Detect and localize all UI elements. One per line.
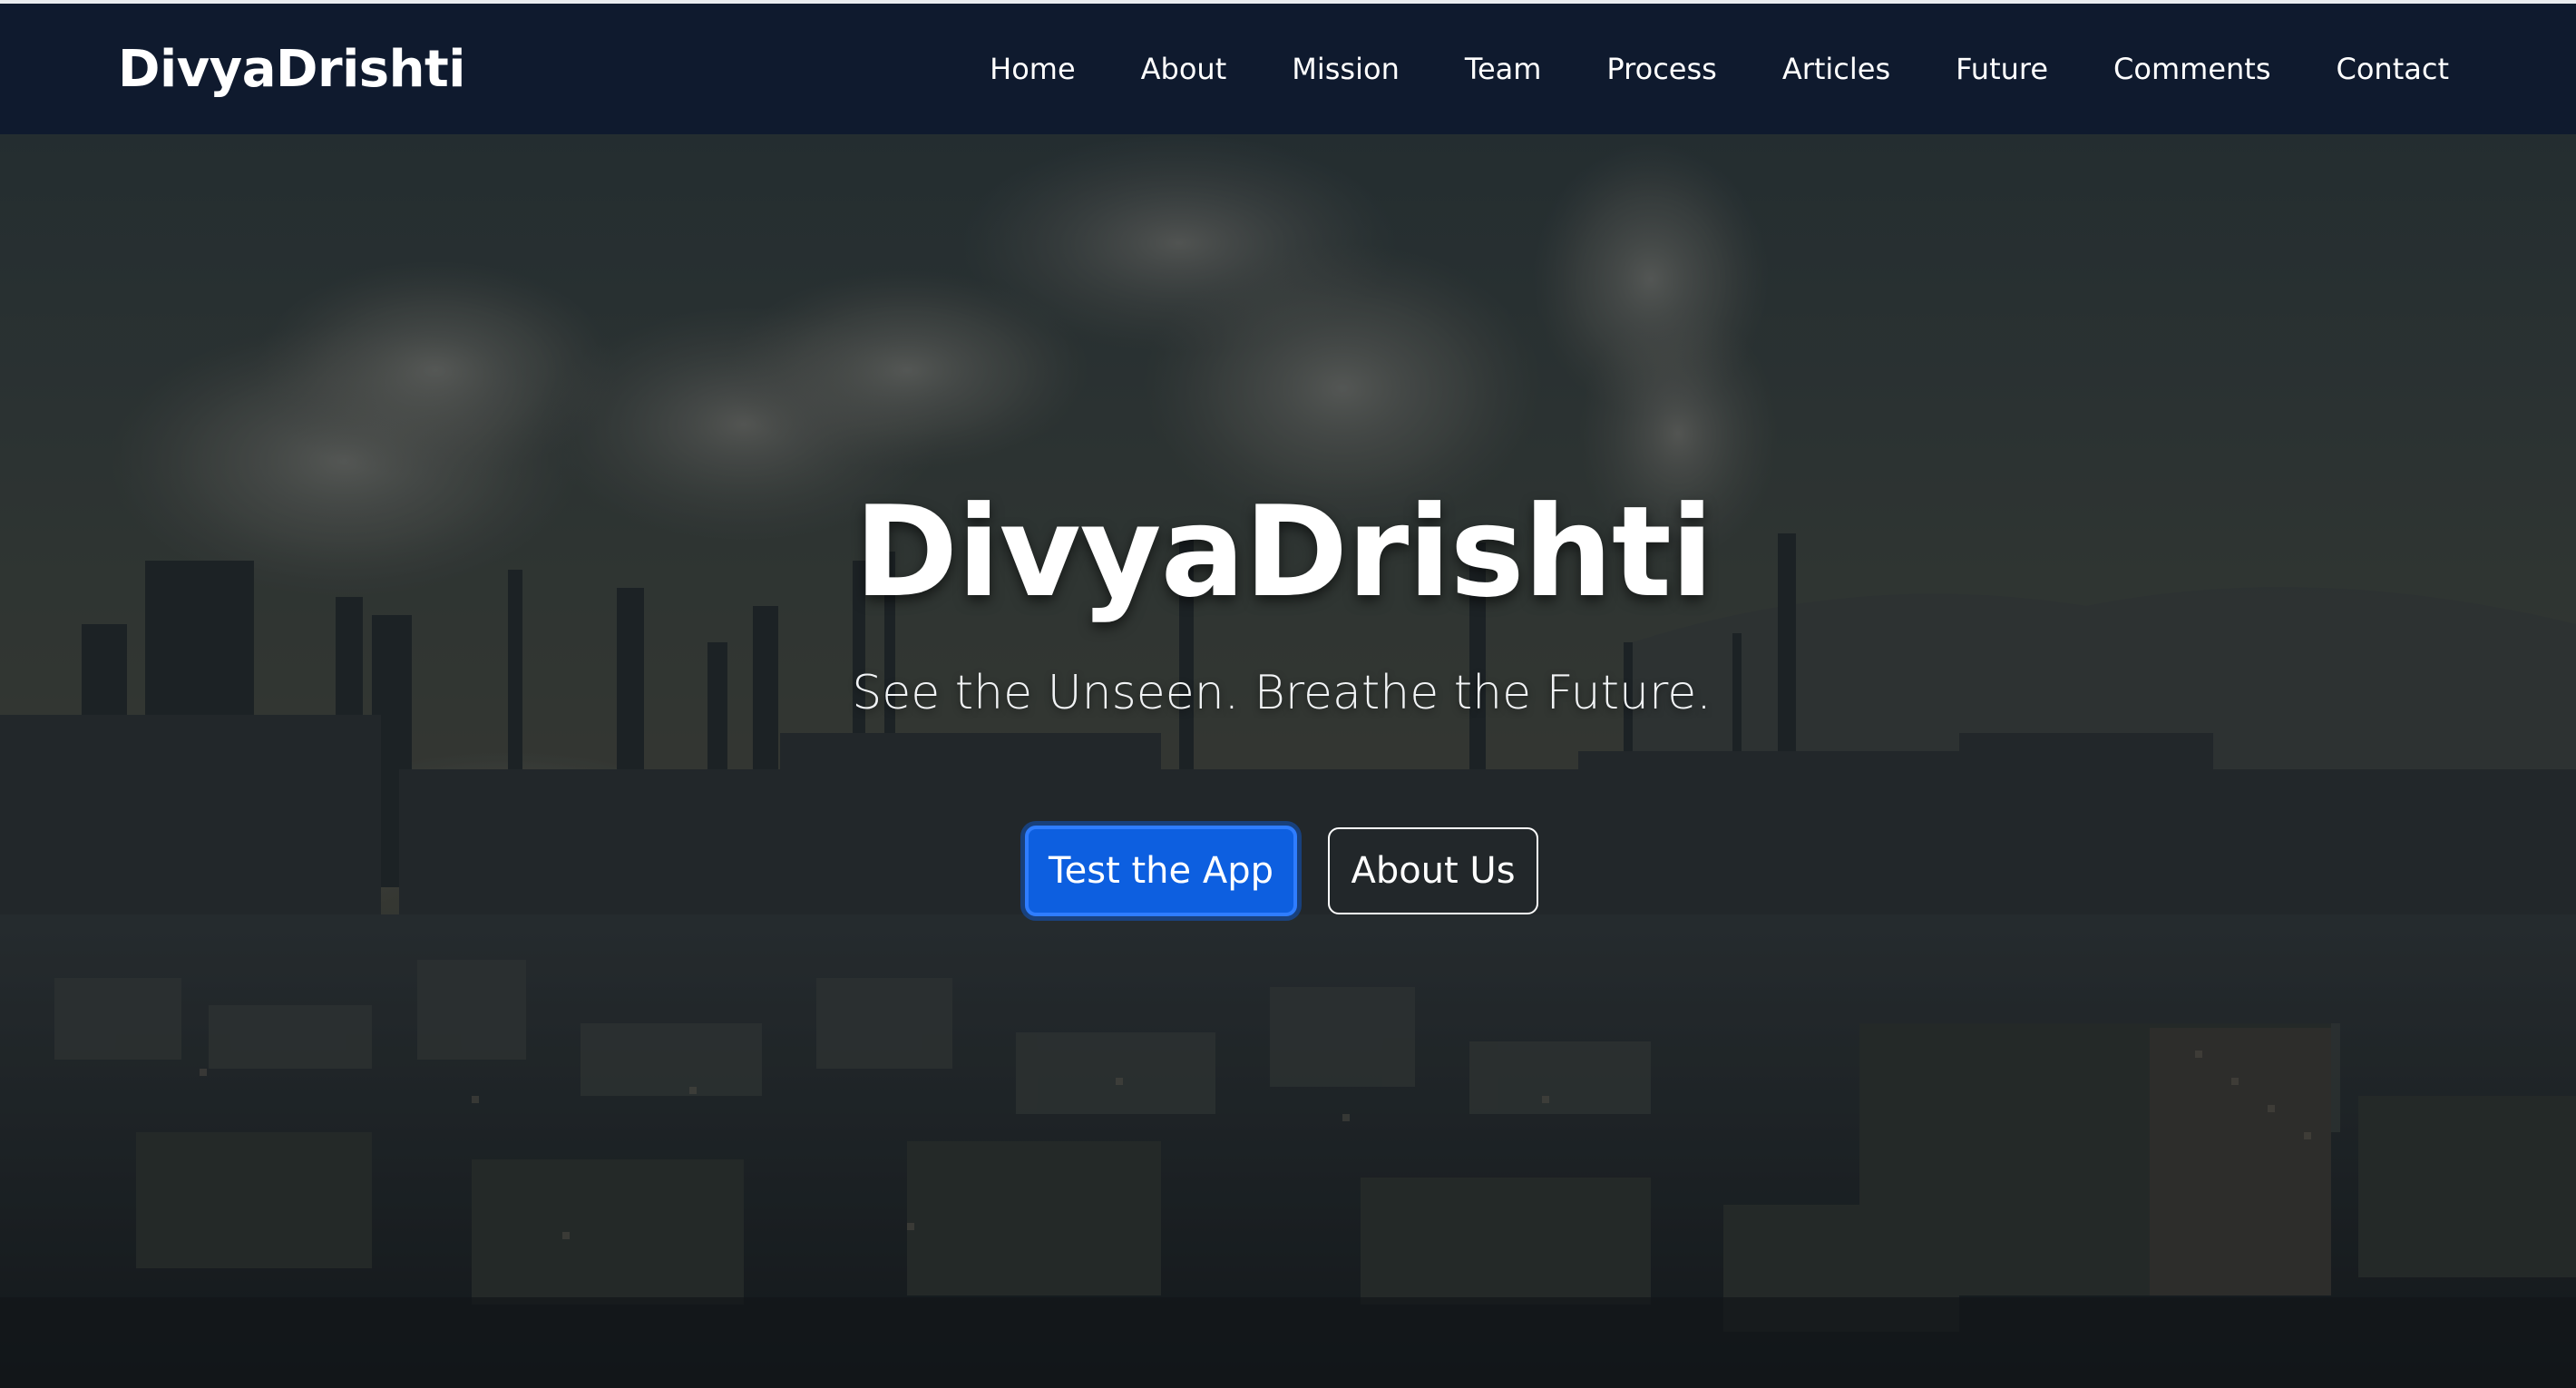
hero-section: DivyaDrishti See the Unseen. Breathe the…	[0, 134, 2576, 1388]
nav-link-team[interactable]: Team	[1432, 52, 1575, 86]
hero-content: DivyaDrishti See the Unseen. Breathe the…	[0, 134, 2576, 1388]
nav-link-home[interactable]: Home	[957, 52, 1108, 86]
brand-logo[interactable]: DivyaDrishti	[118, 40, 465, 99]
nav-link-process[interactable]: Process	[1574, 52, 1749, 86]
top-navbar: DivyaDrishti Home About Mission Team Pro…	[0, 0, 2576, 134]
landing-page: DivyaDrishti Home About Mission Team Pro…	[0, 0, 2576, 1388]
nav-link-contact[interactable]: Contact	[2304, 52, 2483, 86]
test-the-app-button[interactable]: Test the App	[1025, 826, 1297, 916]
hero-title: DivyaDrishti	[854, 479, 1713, 625]
hero-tagline: See the Unseen. Breathe the Future.	[852, 666, 1712, 720]
about-us-button[interactable]: About Us	[1328, 827, 1538, 914]
nav-link-mission[interactable]: Mission	[1259, 52, 1432, 86]
nav-link-comments[interactable]: Comments	[2081, 52, 2303, 86]
nav-link-articles[interactable]: Articles	[1750, 52, 1923, 86]
nav-link-about[interactable]: About	[1108, 52, 1260, 86]
hero-buttons: Test the App About Us	[1025, 826, 1538, 916]
nav-links: Home About Mission Team Process Articles…	[957, 52, 2482, 86]
nav-link-future[interactable]: Future	[1923, 52, 2081, 86]
